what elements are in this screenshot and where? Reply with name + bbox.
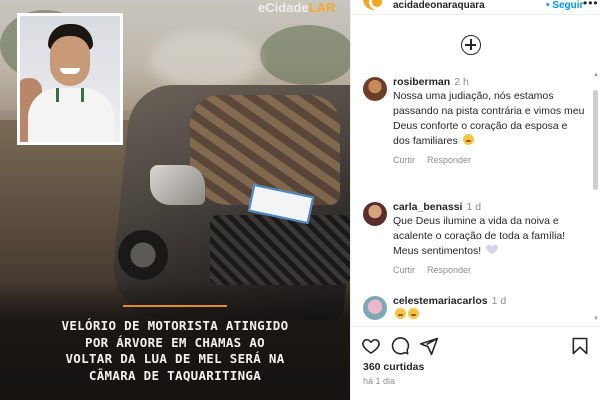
comments-scrollbar[interactable]: ▲ ▼ [593, 72, 599, 322]
comment-text-content: Que Deus ilumine a vida da noiva e acale… [393, 215, 566, 257]
car-grill [210, 215, 350, 285]
likes-count[interactable]: 360 curtidas [363, 361, 424, 373]
portrait-collar [56, 88, 84, 102]
instagram-post-view: eCidadeLAR VELÓRIO DE MOTORISTA ATINGIDO… [0, 0, 600, 400]
post-image[interactable]: eCidadeLAR VELÓRIO DE MOTORISTA ATINGIDO… [0, 0, 350, 400]
comment-reply-link[interactable]: Responder [427, 265, 471, 275]
scroll-up-arrow-icon[interactable]: ▲ [593, 72, 599, 78]
post-header: acidadeonaraquara • Seguir ••• [351, 0, 600, 14]
comments-list: rosiberman 2 h Nossa uma judiação, nós es… [351, 72, 591, 320]
post-timestamp: há 1 dia [363, 376, 396, 386]
comment-username[interactable]: carla_benassi [393, 201, 462, 213]
heart-icon[interactable] [361, 336, 381, 356]
comment-actions: Curtir Responder [393, 265, 587, 275]
comment-icon[interactable] [390, 336, 410, 356]
sad-face-emoji [408, 308, 419, 319]
share-icon[interactable] [419, 336, 439, 356]
comment-body: rosiberman 2 h Nossa uma judiação, nós es… [393, 75, 587, 165]
comment-avatar[interactable] [363, 296, 387, 320]
comment-time: 1 d [466, 201, 482, 213]
comment-body: carla_benassi 1 d Que Deus ilumine a vida… [393, 200, 587, 275]
car-wheel [118, 230, 168, 280]
headline-rule [123, 305, 227, 307]
portrait-face [50, 36, 90, 86]
driver-portrait [17, 13, 123, 145]
comment-body: celestemariacarlos 1 d [393, 294, 587, 320]
more-icon[interactable]: ••• [583, 0, 599, 10]
comment-like-link[interactable]: Curtir [393, 265, 415, 275]
comment-username[interactable]: celestemariacarlos [393, 295, 488, 307]
tree-right [260, 25, 350, 85]
add-circle-icon[interactable] [461, 35, 481, 55]
comment-text-content: Nossa uma judiação, nós estamos passando… [393, 90, 585, 147]
smoke-cloud [150, 30, 260, 90]
header-divider [351, 14, 600, 15]
comment-text: Nossa uma judiação, nós estamos passando… [393, 89, 587, 149]
comment-text [393, 308, 587, 320]
bookmark-icon[interactable] [570, 336, 590, 356]
follow-button[interactable]: • Seguir [546, 0, 583, 11]
portrait-photo [20, 16, 120, 142]
account-username[interactable]: acidadeonaraquara [393, 0, 485, 11]
actions-divider [351, 326, 600, 327]
post-headline: VELÓRIO DE MOTORISTA ATINGIDO POR ÁRVORE… [61, 318, 289, 383]
comment-avatar[interactable] [363, 77, 387, 101]
comment-header: celestemariacarlos 1 d [393, 294, 587, 308]
comments-panel: acidadeonaraquara • Seguir ••• rosiberma… [350, 0, 600, 400]
comment-avatar[interactable] [363, 202, 387, 226]
comment-header: rosiberman 2 h [393, 75, 587, 89]
post-actions-bar [351, 330, 600, 360]
comment-header: carla_benassi 1 d [393, 200, 587, 214]
comment-time: 1 d [491, 295, 507, 307]
account-avatar[interactable] [361, 0, 387, 12]
scroll-down-arrow-icon[interactable]: ▼ [593, 316, 599, 322]
comment-username[interactable]: rosiberman [393, 76, 450, 88]
comment-text: Que Deus ilumine a vida da noiva e acale… [393, 214, 587, 259]
comment-time: 2 h [454, 76, 469, 88]
sad-face-emoji [395, 308, 406, 319]
car-headlight [150, 165, 205, 205]
comment-like-link[interactable]: Curtir [393, 155, 415, 165]
portrait-smile [60, 68, 80, 74]
news-watermark: eCidadeLAR [258, 0, 336, 15]
comment-reply-link[interactable]: Responder [427, 155, 471, 165]
comment-actions: Curtir Responder [393, 155, 587, 165]
heart-emoji [487, 245, 497, 255]
sad-face-emoji [462, 134, 474, 145]
scrollbar-thumb[interactable] [593, 90, 598, 190]
